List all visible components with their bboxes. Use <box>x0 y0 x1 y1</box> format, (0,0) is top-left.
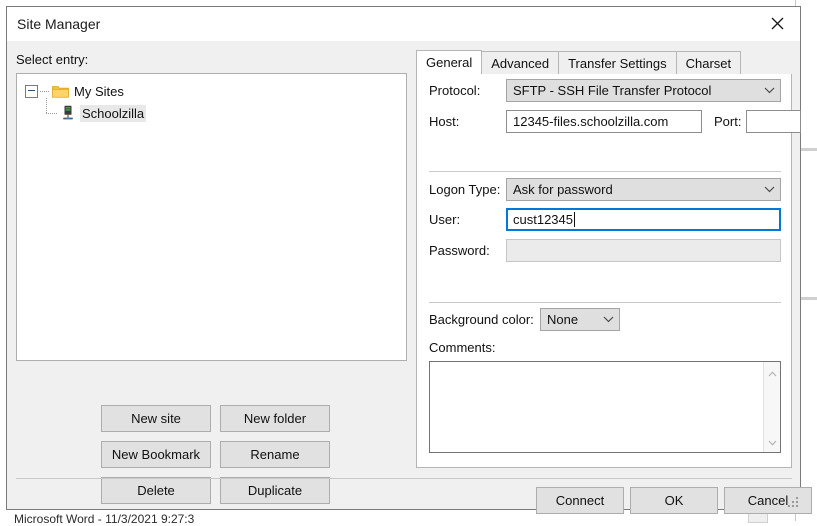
duplicate-button[interactable]: Duplicate <box>220 477 330 504</box>
site-settings-pane: General Advanced Transfer Settings Chars… <box>416 50 792 468</box>
ok-button[interactable]: OK <box>630 487 718 514</box>
tree-item-schoolzilla[interactable]: Schoolzilla <box>17 102 406 124</box>
section-divider-appearance <box>429 302 781 303</box>
user-input[interactable]: cust12345 <box>506 208 781 231</box>
select-entry-label: Select entry: <box>16 52 88 67</box>
logon-type-select[interactable]: Ask for password <box>506 178 781 201</box>
protocol-select[interactable]: SFTP - SSH File Transfer Protocol <box>506 79 781 102</box>
tab-general[interactable]: General <box>416 50 482 74</box>
port-input[interactable] <box>746 110 801 133</box>
close-icon[interactable] <box>754 7 800 40</box>
tree-item-label: My Sites <box>74 84 124 99</box>
background-color-label: Background color: <box>429 312 534 327</box>
new-bookmark-button[interactable]: New Bookmark <box>101 441 211 468</box>
tab-advanced[interactable]: Advanced <box>481 51 559 74</box>
site-manager-dialog: Site Manager Select entry: My Sites <box>6 6 801 510</box>
user-value: cust12345 <box>513 212 573 227</box>
rename-button[interactable]: Rename <box>220 441 330 468</box>
dialog-titlebar[interactable]: Site Manager <box>7 7 800 41</box>
logon-type-label: Logon Type: <box>429 182 500 197</box>
background-color-value: None <box>541 312 597 327</box>
protocol-value: SFTP - SSH File Transfer Protocol <box>507 83 758 98</box>
comments-textarea[interactable] <box>429 361 781 453</box>
tree-connector-line <box>40 91 50 92</box>
logon-type-value: Ask for password <box>507 182 758 197</box>
scroll-up-icon[interactable] <box>768 365 777 380</box>
resize-grip[interactable] <box>786 495 798 507</box>
chevron-down-icon <box>597 316 619 323</box>
chevron-down-icon <box>758 87 780 94</box>
delete-button[interactable]: Delete <box>101 477 211 504</box>
folder-icon <box>52 84 69 98</box>
host-input[interactable]: 12345-files.schoolzilla.com <box>506 110 702 133</box>
scroll-down-icon[interactable] <box>768 434 777 449</box>
comments-label: Comments: <box>429 340 495 355</box>
new-folder-button[interactable]: New folder <box>220 405 330 432</box>
connect-button[interactable]: Connect <box>536 487 624 514</box>
tree-item-my-sites[interactable]: My Sites <box>17 80 406 102</box>
background-color-select[interactable]: None <box>540 308 620 331</box>
chevron-down-icon <box>758 186 780 193</box>
footer-divider <box>16 478 792 479</box>
settings-tabstrip: General Advanced Transfer Settings Chars… <box>416 50 792 75</box>
tree-connector-elbow <box>45 102 61 124</box>
site-tree[interactable]: My Sites Schoolzilla <box>16 73 407 361</box>
comments-value[interactable] <box>430 362 763 452</box>
tab-transfer-settings[interactable]: Transfer Settings <box>558 51 677 74</box>
comments-scrollbar[interactable] <box>763 362 780 452</box>
tree-expander-icon[interactable] <box>25 85 38 98</box>
port-label: Port: <box>714 114 741 129</box>
cancel-button[interactable]: Cancel <box>724 487 812 514</box>
tree-item-label: Schoolzilla <box>80 105 146 122</box>
password-label: Password: <box>429 243 490 258</box>
text-caret <box>574 212 575 227</box>
section-divider-logon <box>429 171 781 172</box>
host-label: Host: <box>429 114 459 129</box>
dialog-body: Select entry: My Sites <box>7 41 800 509</box>
dialog-title: Site Manager <box>17 16 100 32</box>
background-document-title: Microsoft Word - 11/3/2021 9:27:3 <box>14 512 194 526</box>
password-input <box>506 239 781 262</box>
tab-charset[interactable]: Charset <box>676 51 742 74</box>
server-icon <box>61 105 75 121</box>
user-label: User: <box>429 212 460 227</box>
protocol-label: Protocol: <box>429 83 480 98</box>
general-tab-panel: Protocol: SFTP - SSH File Transfer Proto… <box>416 74 792 468</box>
new-site-button[interactable]: New site <box>101 405 211 432</box>
host-value: 12345-files.schoolzilla.com <box>513 114 668 129</box>
